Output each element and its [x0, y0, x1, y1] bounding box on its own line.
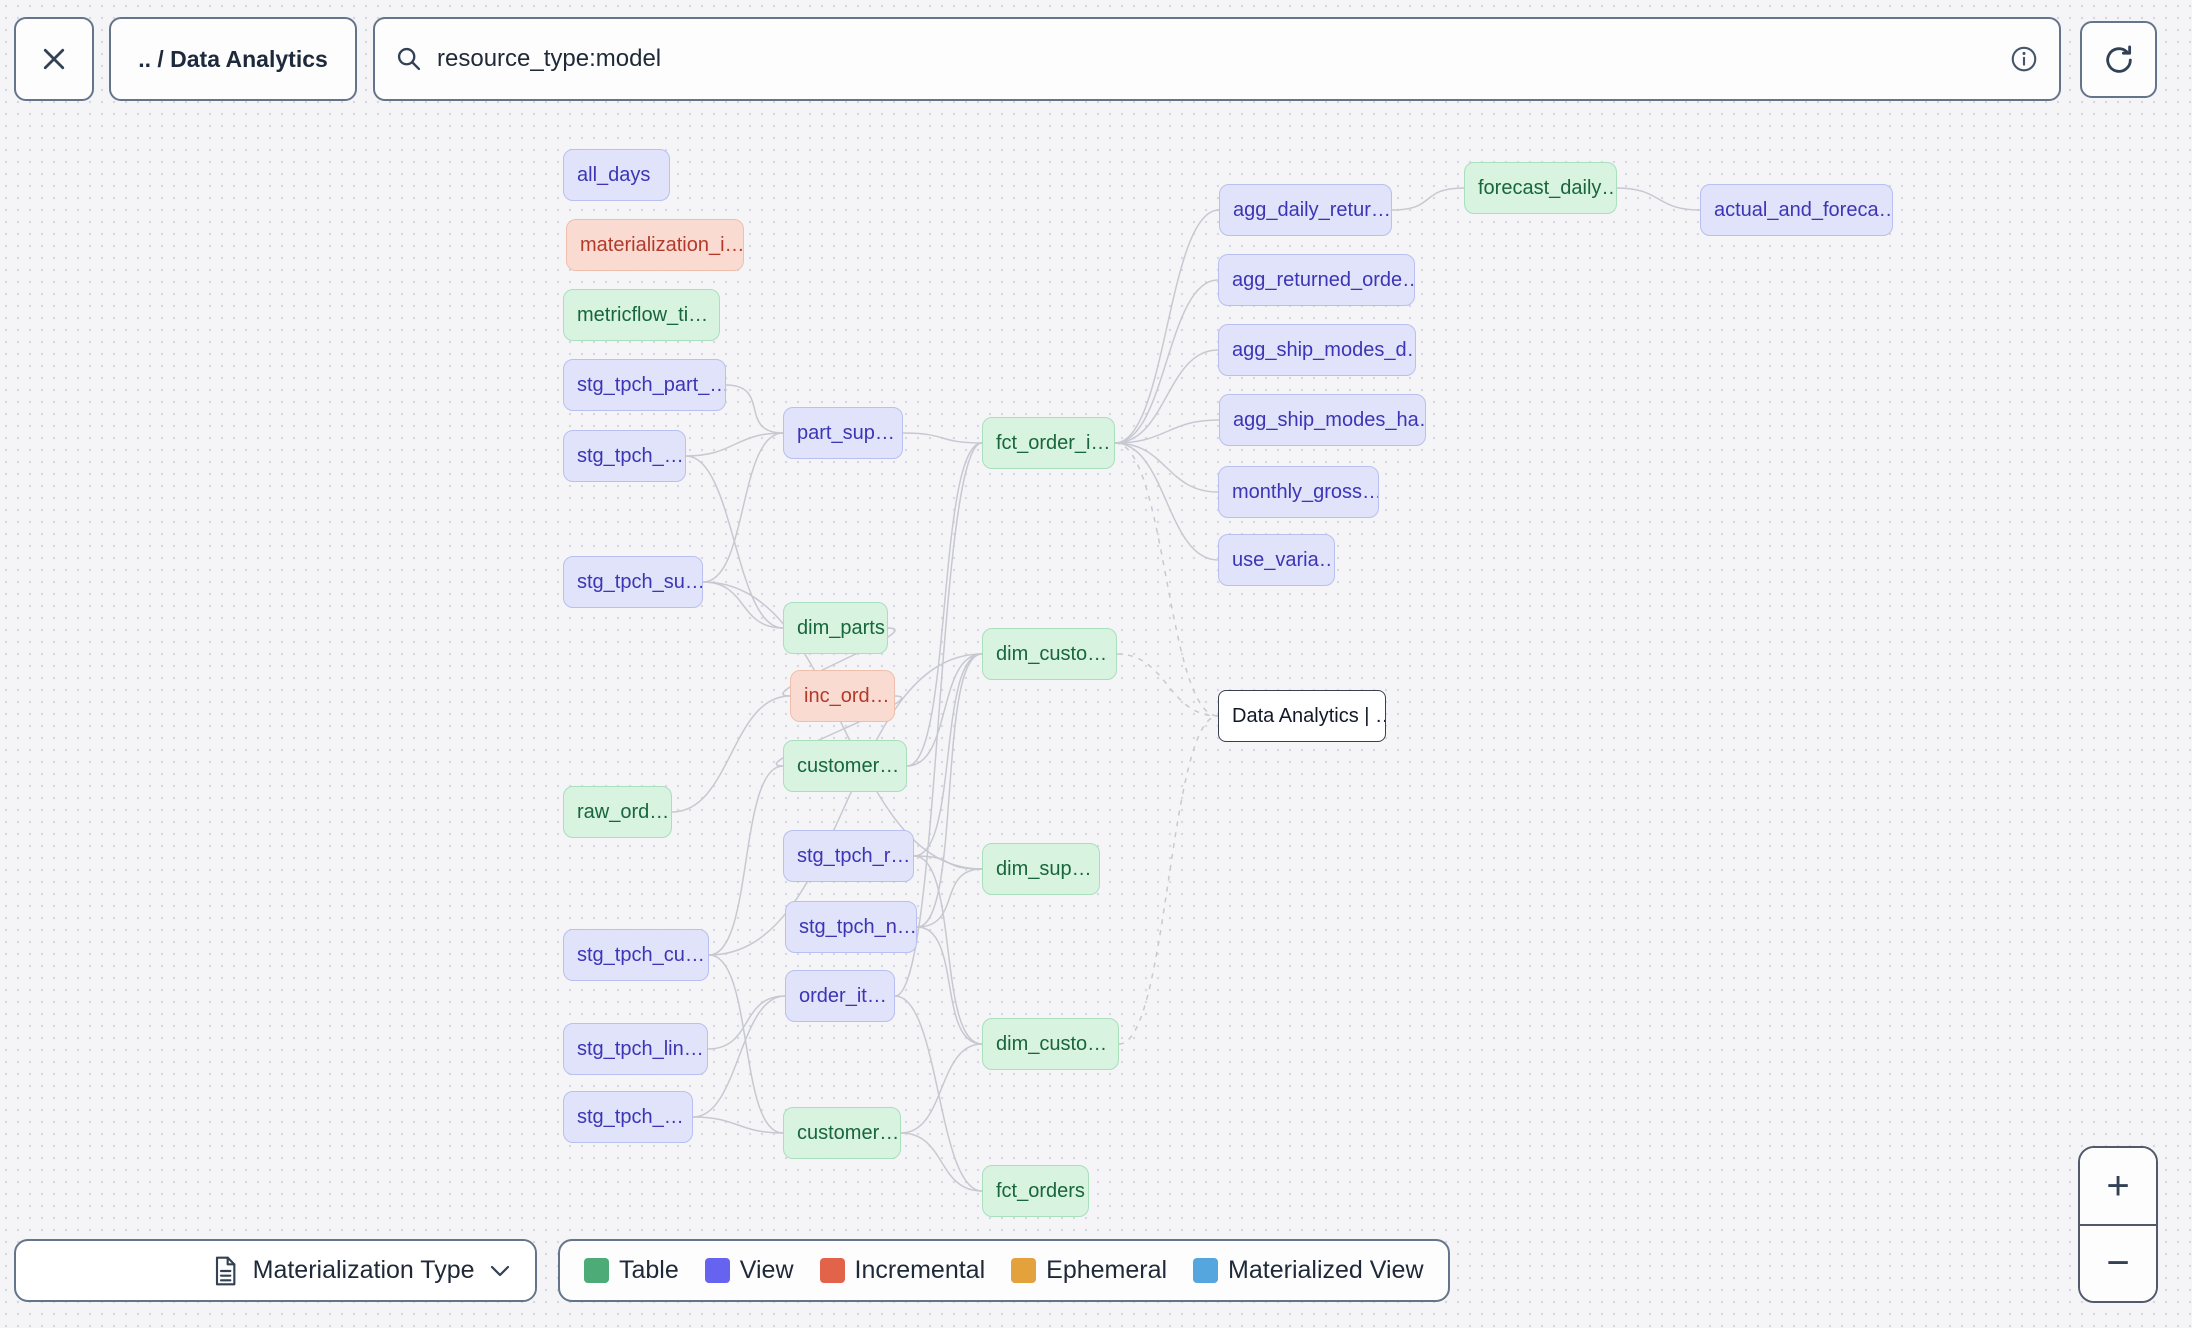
edge-stg_tpch_part-part_sup [725, 384, 784, 434]
aperture-icon [40, 1257, 68, 1284]
edge-stg_tpch_r-dim_custo_top [913, 653, 983, 857]
edge-customer_mid-dim_custo_top [906, 653, 983, 767]
node-forecast_daily[interactable]: forecast_daily… [1464, 162, 1617, 214]
legend-label: Incremental [854, 1256, 986, 1284]
node-stg_tpch_part[interactable]: stg_tpch_part_… [563, 359, 726, 411]
edge-dim_custo_top-data_analytics [1116, 653, 1219, 717]
edge-stg_tpch_n-dim_custo_bot [916, 926, 983, 1045]
node-stg_tpch_b[interactable]: stg_tpch_… [563, 1091, 693, 1143]
node-dim_parts[interactable]: dim_parts [783, 602, 888, 654]
materialization-legend: Table View Incremental Ephemeral Materialize… [558, 1239, 1450, 1302]
edge-stg_tpch_a-part_sup [685, 432, 784, 457]
info-icon[interactable] [2009, 44, 2039, 74]
refresh-button[interactable] [2080, 21, 2157, 98]
edge-fct_order_i-monthly_gross [1114, 442, 1219, 493]
node-dim_sup[interactable]: dim_sup… [982, 843, 1100, 895]
node-fct_order_i[interactable]: fct_order_i… [982, 417, 1115, 469]
node-data_analytics[interactable]: Data Analytics | … [1218, 690, 1386, 742]
search-input[interactable] [437, 45, 1995, 73]
legend-label: View [739, 1256, 794, 1284]
search-icon [397, 47, 421, 71]
edge-fct_order_i-agg_daily_retur [1114, 209, 1220, 444]
node-stg_tpch_cu[interactable]: stg_tpch_cu… [563, 929, 709, 981]
node-order_it[interactable]: order_it… [785, 970, 895, 1022]
node-part_sup[interactable]: part_sup… [783, 407, 903, 459]
node-metricflow_ti[interactable]: metricflow_ti… [563, 289, 720, 341]
refresh-icon [2105, 45, 2132, 73]
lenses-label: Lenses [82, 1256, 163, 1284]
node-inc_ord[interactable]: inc_ord… [790, 670, 895, 722]
edge-dim_custo_bot-data_analytics [1118, 715, 1219, 1045]
edge-stg_tpch_r-dim_sup [913, 855, 983, 870]
edge-agg_daily_retur-forecast_daily [1391, 187, 1465, 211]
edge-stg_tpch_su-dim_parts [702, 581, 784, 629]
zoom-controls: + − [2078, 1146, 2158, 1303]
node-fct_orders[interactable]: fct_orders [982, 1165, 1089, 1217]
node-dim_custo_bot[interactable]: dim_custo… [982, 1018, 1119, 1070]
lens-selected-label: Materialization Type [252, 1256, 475, 1284]
node-agg_ship_modes_ha[interactable]: agg_ship_modes_ha… [1219, 394, 1426, 446]
node-actual_and_foreca[interactable]: actual_and_foreca… [1700, 184, 1893, 236]
node-stg_tpch_su[interactable]: stg_tpch_su… [563, 556, 703, 608]
legend-swatch [819, 1258, 845, 1283]
lineage-canvas[interactable]: all_days materialization_i… metricflow_ti…… [0, 0, 2192, 1328]
legend-item-ephemeral: Ephemeral [1011, 1256, 1167, 1285]
node-use_varia[interactable]: use_varia… [1218, 534, 1335, 586]
node-stg_tpch_n[interactable]: stg_tpch_n… [785, 901, 917, 953]
legend-label: Ephemeral [1046, 1256, 1168, 1284]
edge-stg_tpch_cu-customer_bot [708, 954, 784, 1134]
node-stg_tpch_a[interactable]: stg_tpch_… [563, 430, 686, 482]
legend-swatch [1011, 1258, 1037, 1283]
zoom-out-button[interactable]: − [2080, 1225, 2156, 1301]
zoom-in-button[interactable]: + [2080, 1148, 2156, 1224]
node-all_days[interactable]: all_days [563, 149, 670, 201]
legend-item-materialized-view: Materialized View [1193, 1256, 1424, 1285]
close-button[interactable] [14, 17, 94, 101]
node-monthly_gross[interactable]: monthly_gross… [1218, 466, 1379, 518]
legend-item-incremental: Incremental [819, 1256, 986, 1285]
edge-customer_mid-fct_order_i [906, 442, 983, 767]
node-customer_bot[interactable]: customer… [783, 1107, 901, 1159]
edge-raw_ord-inc_ord [671, 695, 791, 813]
legend-swatch [584, 1258, 609, 1283]
edge-stg_tpch_cu-customer_mid [708, 765, 784, 956]
edge-fct_order_i-agg_returned_orde [1114, 279, 1219, 444]
node-stg_tpch_r[interactable]: stg_tpch_r… [783, 830, 914, 882]
edge-stg_tpch_su-part_sup [702, 432, 784, 583]
edge-customer_bot-fct_orders [900, 1132, 983, 1192]
node-raw_ord[interactable]: raw_ord… [563, 786, 672, 838]
search-box[interactable] [373, 17, 2061, 101]
edge-stg_tpch_lin-order_it [707, 995, 786, 1050]
lenses-button[interactable]: Lenses [16, 1241, 185, 1300]
legend-label: Materialized View [1228, 1256, 1424, 1284]
edge-fct_order_i-use_varia [1114, 442, 1219, 561]
document-icon [215, 1256, 236, 1285]
node-stg_tpch_lin[interactable]: stg_tpch_lin… [563, 1023, 708, 1075]
edge-forecast_daily-actual_and_foreca [1616, 187, 1701, 211]
lens-selector[interactable]: Materialization Type [184, 1241, 535, 1300]
node-materialization_in[interactable]: materialization_i… [566, 219, 744, 271]
edge-order_it-fct_orders [894, 995, 983, 1192]
legend-swatch [704, 1258, 730, 1283]
breadcrumb[interactable]: .. / Data Analytics [109, 17, 357, 101]
legend-item-view: View [704, 1256, 794, 1285]
chevron-down-icon [490, 1265, 509, 1276]
node-dim_custo_top[interactable]: dim_custo… [982, 628, 1117, 680]
node-agg_ship_modes_d[interactable]: agg_ship_modes_d… [1218, 324, 1416, 376]
legend-label: Table [619, 1256, 679, 1284]
edge-part_sup-fct_order_i [902, 432, 983, 444]
legend-swatch [1193, 1258, 1219, 1283]
edge-stg_tpch_n-dim_sup [916, 868, 983, 928]
node-customer_mid[interactable]: customer… [783, 740, 907, 792]
breadcrumb-label: .. / Data Analytics [138, 45, 328, 72]
edge-customer_bot-dim_custo_bot [900, 1043, 983, 1134]
close-icon [43, 48, 65, 70]
node-agg_returned_orde[interactable]: agg_returned_orde… [1218, 254, 1415, 306]
legend-item-table: Table [584, 1256, 679, 1285]
edge-fct_order_i-data_analytics [1114, 442, 1219, 717]
lens-control[interactable]: Lenses Materialization Type [14, 1239, 537, 1302]
node-agg_daily_retur[interactable]: agg_daily_retur… [1219, 184, 1392, 236]
